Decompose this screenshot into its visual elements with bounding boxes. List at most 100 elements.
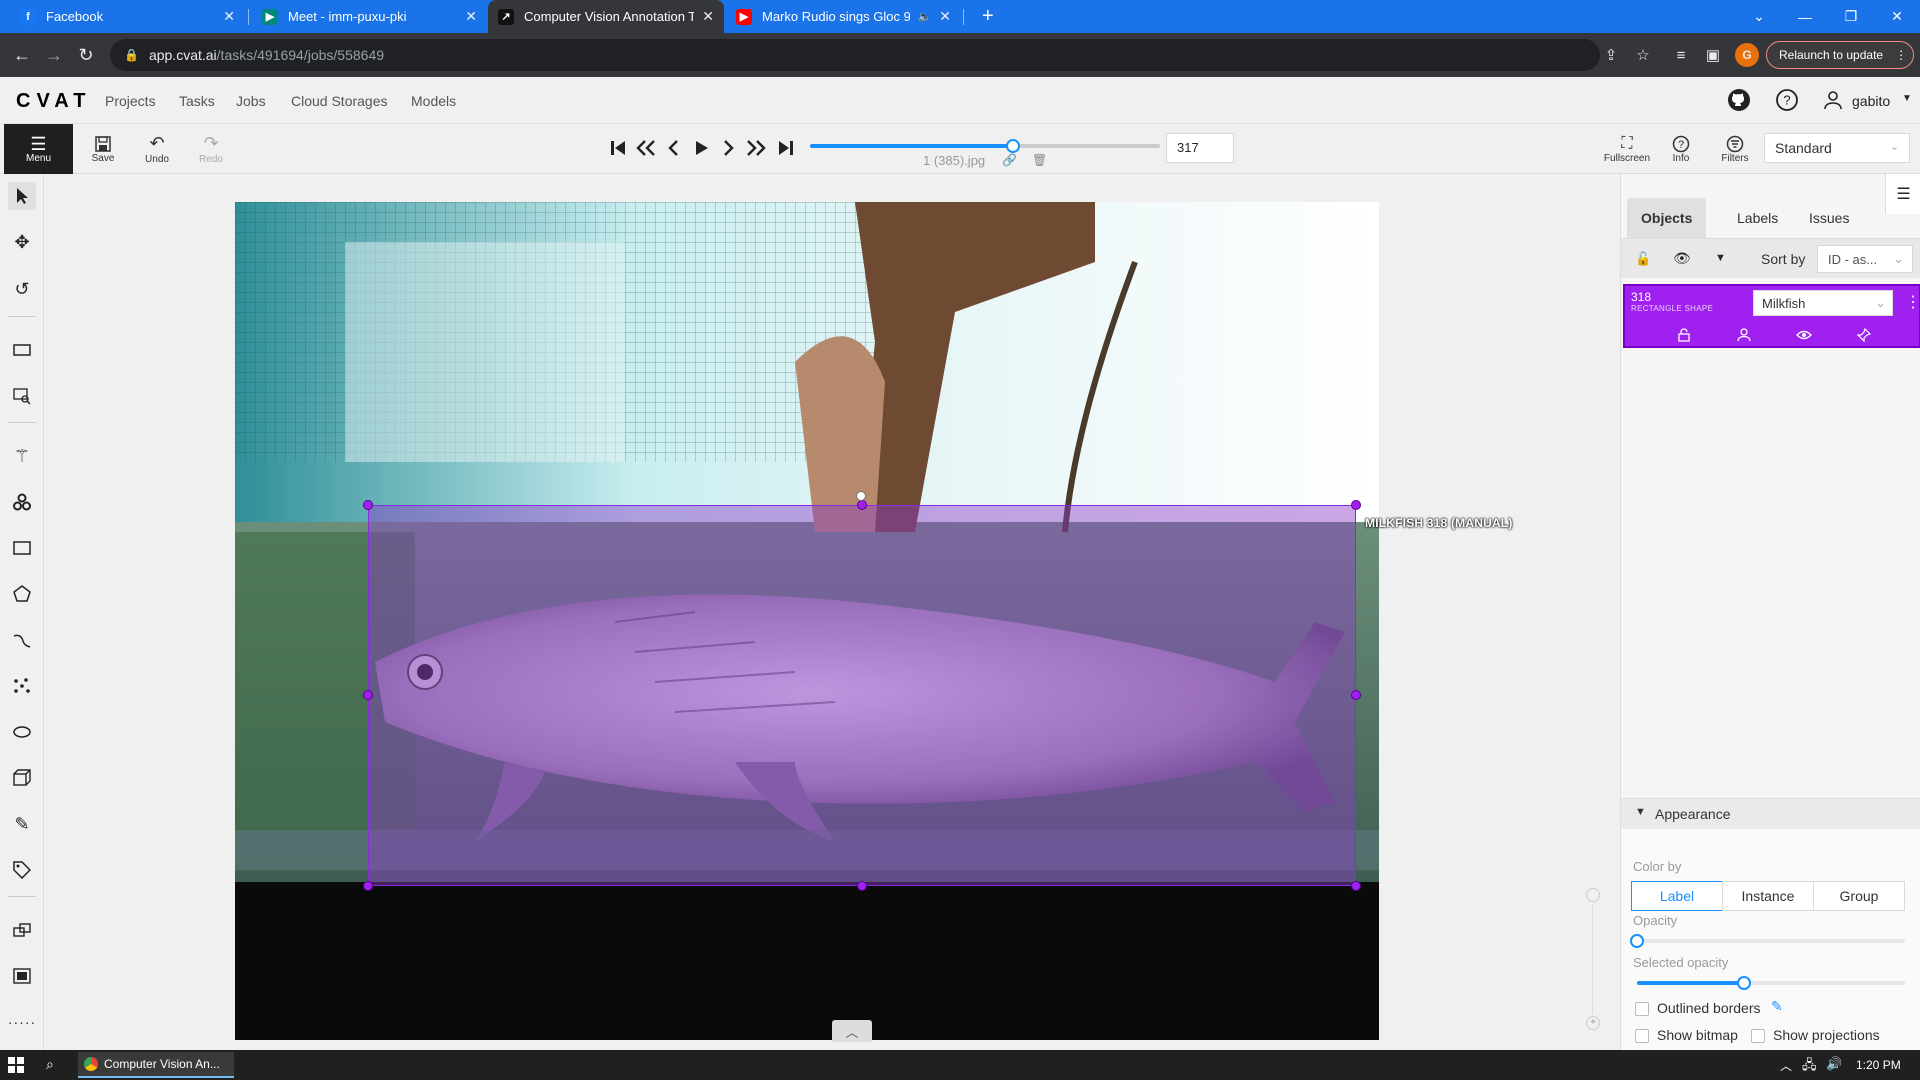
media-control-icon[interactable]: ≡ <box>1670 44 1692 66</box>
fullscreen-button[interactable]: ⛶ Fullscreen <box>1602 128 1652 170</box>
appearance-header[interactable]: ▼ Appearance <box>1621 799 1920 829</box>
object-lock-icon[interactable] <box>1675 326 1693 344</box>
previous-frame-icon[interactable] <box>662 136 686 160</box>
windows-start-icon[interactable] <box>8 1057 24 1073</box>
opacity-slider-handle[interactable] <box>1630 934 1644 948</box>
tab-meet[interactable]: ▶ Meet - imm-puxu-pki ✕ <box>252 0 487 33</box>
merge-shapes-tool[interactable] <box>8 916 36 944</box>
bbox-handle[interactable] <box>857 500 867 510</box>
expand-panel-button[interactable]: ︿ <box>832 1020 872 1042</box>
minimize-icon[interactable]: — <box>1782 0 1828 33</box>
user-icon[interactable] <box>1820 87 1846 113</box>
new-tab-button[interactable]: + <box>972 0 1002 33</box>
bbox-handle[interactable] <box>1351 881 1361 891</box>
object-card[interactable]: 318 RECTANGLE SHAPE Milkfish ⌄ ⋮ <box>1623 284 1920 348</box>
color-picker-icon[interactable]: ✎ <box>1771 998 1783 1015</box>
restore-icon[interactable]: ❐ <box>1828 0 1874 33</box>
object-user-icon[interactable] <box>1735 326 1753 344</box>
system-clock[interactable]: 1:20 PM <box>1856 1058 1901 1072</box>
forward-icon[interactable]: → <box>40 41 68 69</box>
help-icon[interactable]: ? <box>1774 87 1800 113</box>
close-window-icon[interactable]: ✕ <box>1874 0 1920 33</box>
show-projections-checkbox[interactable] <box>1751 1029 1765 1043</box>
cursor-tool[interactable] <box>8 182 36 210</box>
tab-objects[interactable]: Objects <box>1627 198 1707 238</box>
close-icon[interactable]: ✕ <box>702 8 714 25</box>
more-vert-icon[interactable]: ⋮ <box>1905 292 1920 312</box>
reload-icon[interactable]: ↻ <box>72 41 100 69</box>
bbox-handle[interactable] <box>857 881 867 891</box>
more-tools[interactable]: ····· <box>8 1008 36 1036</box>
show-bitmap-checkbox[interactable] <box>1635 1029 1649 1043</box>
zoom-region-tool[interactable] <box>8 382 36 410</box>
delete-frame-icon[interactable]: 🗑 <box>1032 153 1047 167</box>
frame-slider[interactable] <box>810 139 1160 153</box>
collapse-sidebar-icon[interactable]: ☰ <box>1885 174 1920 214</box>
frame-slider-handle[interactable] <box>1006 139 1020 153</box>
redo-button[interactable]: ↷ Redo <box>186 128 236 170</box>
frame-number-input[interactable]: 317 <box>1166 133 1234 163</box>
undo-button[interactable]: ↶ Undo <box>132 128 182 170</box>
bbox-handle[interactable] <box>1351 500 1361 510</box>
cvat-logo[interactable]: CVAT <box>16 90 91 113</box>
first-frame-icon[interactable] <box>606 136 630 160</box>
eye-icon[interactable]: 👁 <box>1673 250 1691 267</box>
user-name[interactable]: gabito <box>1852 93 1890 109</box>
object-eye-icon[interactable] <box>1795 326 1813 344</box>
zoom-in-icon[interactable]: + <box>1586 1016 1600 1030</box>
group-shapes-tool[interactable] <box>8 962 36 990</box>
setup-tag-tool[interactable] <box>8 856 36 884</box>
draw-cuboid-tool[interactable] <box>8 764 36 792</box>
relaunch-button[interactable]: Relaunch to update ⋮ <box>1766 41 1914 69</box>
mute-icon[interactable]: 🔈 <box>918 10 932 23</box>
back-multiple-icon[interactable] <box>634 136 658 160</box>
tab-labels[interactable]: Labels <box>1723 198 1792 238</box>
draw-polygon-tool[interactable] <box>8 580 36 608</box>
draw-ellipse-tool[interactable] <box>8 718 36 746</box>
move-tool[interactable]: ✥ <box>8 228 36 256</box>
tab-cvat[interactable]: ↗ Computer Vision Annotation Tool ✕ <box>488 0 724 33</box>
network-icon[interactable]: 🖧 <box>1802 1056 1817 1078</box>
share-icon[interactable]: ⇪ <box>1600 44 1622 66</box>
nav-tasks[interactable]: Tasks <box>179 93 215 109</box>
tab-issues[interactable]: Issues <box>1795 198 1863 238</box>
zoom-slider-top[interactable] <box>1586 888 1600 902</box>
search-icon[interactable]: ⌕ <box>46 1056 54 1073</box>
object-pin-icon[interactable] <box>1855 326 1873 344</box>
bookmark-star-icon[interactable]: ☆ <box>1632 44 1654 66</box>
lock-all-icon[interactable]: 🔓 <box>1635 251 1651 267</box>
draw-rectangle-tool[interactable] <box>8 534 36 562</box>
color-by-label-option[interactable]: Label <box>1631 881 1723 911</box>
filters-button[interactable]: Filters <box>1710 128 1760 170</box>
sort-select[interactable]: ID - as... ⌄ <box>1817 245 1913 273</box>
milkfish-bounding-box[interactable] <box>368 505 1356 886</box>
forward-multiple-icon[interactable] <box>744 136 768 160</box>
caret-down-icon[interactable]: ▼ <box>1715 252 1726 264</box>
chevron-up-icon[interactable]: ︿ <box>1780 1057 1792 1074</box>
opencv-tool[interactable] <box>8 488 36 516</box>
tab-facebook[interactable]: f Facebook ✕ <box>10 0 245 33</box>
rotation-handle[interactable] <box>856 491 866 501</box>
workspace-select[interactable]: Standard ⌄ <box>1764 133 1910 163</box>
taskbar-chrome-item[interactable]: Computer Vision An... <box>78 1052 234 1078</box>
fit-image-tool[interactable] <box>8 336 36 364</box>
address-bar[interactable]: 🔒 app.cvat.ai/tasks/491694/jobs/558649 <box>110 39 1600 71</box>
tab-search-icon[interactable]: ⌄ <box>1736 0 1782 33</box>
nav-cloud-storages[interactable]: Cloud Storages <box>291 93 388 109</box>
bbox-handle[interactable] <box>1351 690 1361 700</box>
close-icon[interactable]: ✕ <box>223 8 235 25</box>
magic-wand-tool[interactable]: ⚚ <box>8 442 36 470</box>
bbox-handle[interactable] <box>363 881 373 891</box>
bbox-handle[interactable] <box>363 690 373 700</box>
color-by-group-option[interactable]: Group <box>1813 881 1905 911</box>
close-icon[interactable]: ✕ <box>939 8 951 25</box>
info-button[interactable]: ? Info <box>1656 128 1706 170</box>
opacity-slider[interactable] <box>1630 934 1905 948</box>
draw-points-tool[interactable] <box>8 672 36 700</box>
nav-jobs[interactable]: Jobs <box>236 93 266 109</box>
volume-icon[interactable]: 🔊 <box>1826 1056 1842 1072</box>
selected-opacity-handle[interactable] <box>1737 976 1752 990</box>
back-icon[interactable]: ← <box>8 41 36 69</box>
draw-polyline-tool[interactable] <box>8 626 36 654</box>
draw-mask-tool[interactable]: ✎ <box>8 810 36 838</box>
